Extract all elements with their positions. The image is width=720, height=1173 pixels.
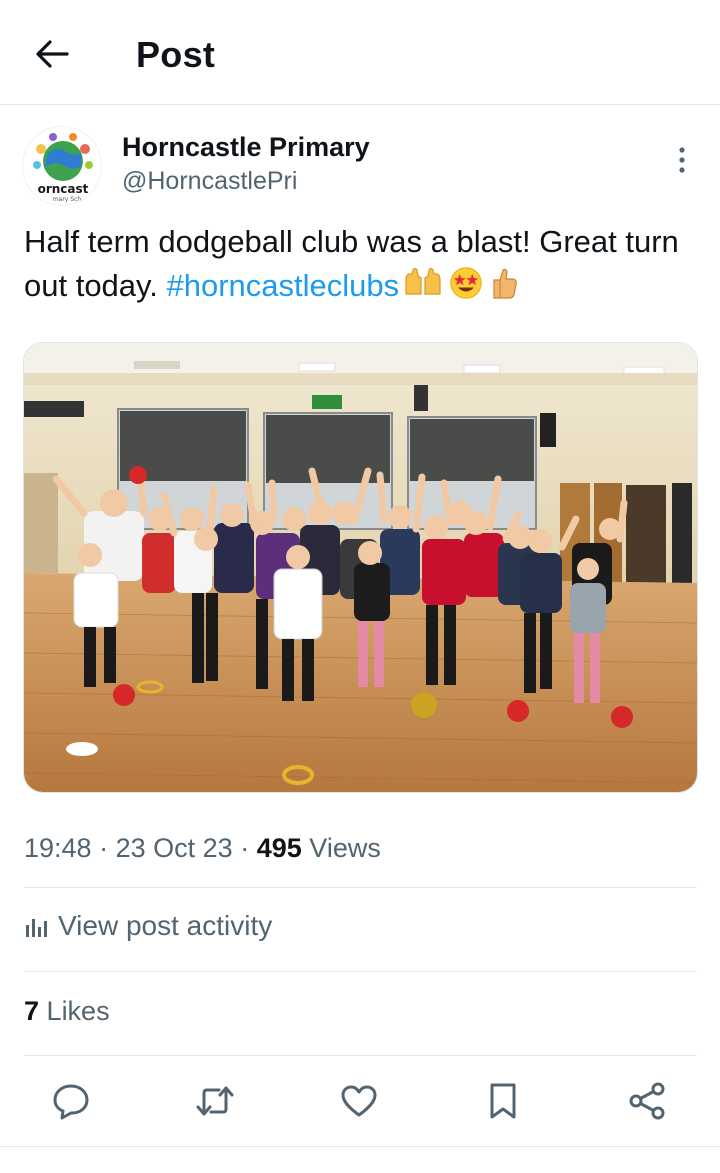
post-text: Half term dodgeball club was a blast! Gr… [24,220,704,312]
top-bar: Post [0,0,720,105]
bar-chart-icon [24,915,48,937]
reply-button[interactable] [44,1074,98,1128]
likes-count-link[interactable]: 7 Likes [24,996,110,1027]
bottom-border [0,1146,720,1147]
bookmark-button[interactable] [476,1074,530,1128]
author-block[interactable]: Horncastle Primary @HorncastlePri [122,130,370,198]
thumbs-up-emoji [489,266,519,312]
hashtag-link[interactable]: #horncastleclubs [166,268,399,303]
view-post-activity-label: View post activity [58,910,273,941]
likes-count: 7 [24,996,40,1026]
svg-text:orncast: orncast [38,182,89,196]
separator: · [240,833,250,863]
author-name[interactable]: Horncastle Primary [122,130,370,164]
dodgeball-group-photo [24,343,697,792]
arrow-left-icon [36,40,69,68]
divider [24,1055,697,1056]
divider [24,971,697,972]
view-post-activity-link[interactable]: View post activity [24,910,272,942]
like-icon [341,1085,377,1117]
more-vertical-icon [679,147,685,173]
post-photo[interactable] [23,342,698,793]
author-handle[interactable]: @HorncastlePri [122,164,370,198]
page-title: Post [136,34,216,75]
svg-text:mary Sch: mary Sch [53,196,82,203]
reply-icon [53,1084,89,1120]
separator: · [99,833,109,863]
likes-label: Likes [46,996,110,1026]
school-logo-icon: orncast mary Sch [23,127,101,205]
like-button[interactable] [332,1074,386,1128]
action-bar [0,1074,720,1128]
share-button[interactable] [620,1074,674,1128]
repost-button[interactable] [188,1074,242,1128]
star-struck-emoji [447,266,485,312]
bookmark-icon [490,1083,516,1119]
views-count: 495 [256,833,302,863]
more-options-button[interactable] [668,140,696,180]
repost-icon [196,1086,234,1116]
avatar[interactable]: orncast mary Sch [22,126,102,206]
raising-hands-emoji [403,266,443,312]
post-date: 23 Oct 23 [115,833,233,863]
back-button[interactable] [28,30,76,78]
share-icon [629,1082,665,1120]
post-time: 19:48 [24,833,92,863]
post-meta: 19:48 · 23 Oct 23 · 495 Views [24,828,381,868]
views-label: Views [309,833,381,863]
divider [24,887,697,888]
